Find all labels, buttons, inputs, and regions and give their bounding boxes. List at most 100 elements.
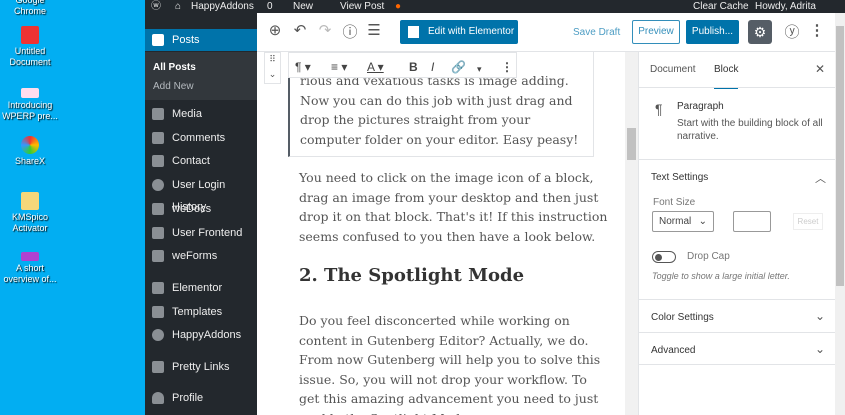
document-icon <box>152 203 164 215</box>
clear-cache-link[interactable]: Clear Cache <box>693 0 749 13</box>
sidebar-item-happyaddons[interactable]: HappyAddons <box>145 324 257 346</box>
chevron-up-icon[interactable]: ︿ <box>815 170 826 186</box>
pin-icon <box>152 34 164 46</box>
wordpress-icon[interactable]: ⓦ <box>151 0 161 13</box>
bold-icon[interactable]: B <box>409 58 418 78</box>
chevron-down-icon: ⌄ <box>815 309 826 323</box>
more-formats-icon[interactable]: ▾ <box>477 60 482 80</box>
media-icon <box>152 108 164 120</box>
settings-sidebar: Document Block ✕ ¶ Paragraph Start with … <box>638 52 836 415</box>
drop-cap-help: Toggle to show a large initial letter. <box>652 271 790 281</box>
font-size-input[interactable] <box>733 211 771 232</box>
move-down-icon[interactable]: ⌄ <box>265 68 280 83</box>
text-color-icon[interactable]: A ▾ <box>367 58 384 78</box>
sidebar-item-comments[interactable]: Comments <box>145 127 257 149</box>
admin-bar-new[interactable]: New <box>293 0 313 13</box>
desktop-icon-wperp[interactable]: Introducing WPERP pre... <box>0 88 60 122</box>
settings-gear-icon[interactable]: ⚙ <box>748 20 772 44</box>
paragraph[interactable]: Do you feel disconcerted while working o… <box>299 311 609 415</box>
submenu-add-new[interactable]: Add New <box>153 81 194 92</box>
advanced-panel[interactable]: Advanced ⌄ <box>639 332 836 365</box>
desktop-icon-overview[interactable]: A short overview of... <box>0 252 60 285</box>
color-settings-panel[interactable]: Color Settings ⌄ <box>639 299 836 332</box>
chevron-down-icon: ⌄ <box>815 342 826 356</box>
home-icon: ⌂ <box>175 1 182 12</box>
paragraph-type-icon[interactable]: ¶ ▾ <box>295 58 311 78</box>
sidebar-item-contact[interactable]: Contact <box>145 150 257 172</box>
drop-cap-label: Drop Cap <box>687 251 730 262</box>
block-card: ¶ Paragraph Start with the building bloc… <box>639 87 836 159</box>
block-more-icon[interactable]: ⋮ <box>501 58 513 78</box>
mail-icon <box>152 155 164 167</box>
block-editor: ⊕ ↶ ↷ ⓘ ☰ Edit with Elementor Save Draft… <box>257 10 836 415</box>
heading[interactable]: 2. The Spotlight Mode <box>299 266 524 286</box>
block-description: Start with the building block of all nar… <box>677 118 823 142</box>
save-draft-button[interactable]: Save Draft <box>573 27 620 38</box>
reset-button[interactable]: Reset <box>793 213 823 230</box>
sidebar-item-profile[interactable]: Profile <box>145 387 257 409</box>
admin-bar-site[interactable]: HappyAddons <box>191 0 254 13</box>
scrollbar-thumb[interactable] <box>627 128 636 160</box>
tab-document[interactable]: Document <box>650 64 696 75</box>
sidebar-item-elementor[interactable]: Elementor <box>145 277 257 299</box>
text-settings-toggle[interactable]: Text Settings <box>651 172 708 183</box>
undo-icon[interactable]: ↶ <box>290 21 310 39</box>
chevron-down-icon: ⌄ <box>698 216 707 227</box>
browser-scrollbar[interactable] <box>835 10 845 415</box>
content-scrollbar[interactable] <box>625 52 638 415</box>
desktop-icon-kmspico[interactable]: KMSpico Activator <box>0 192 60 234</box>
clock-icon <box>152 179 164 191</box>
status-dot-icon[interactable]: ● <box>395 0 401 13</box>
elementor-icon <box>152 282 164 294</box>
sidebar-item-media[interactable]: Media <box>145 103 257 125</box>
edit-with-elementor-button[interactable]: Edit with Elementor <box>400 20 518 44</box>
howdy-user[interactable]: Howdy, Adrita <box>755 0 816 13</box>
align-icon[interactable]: ≡ ▾ <box>331 58 347 78</box>
block-toolbar: ¶ ▾ ≡ ▾ A ▾ B I 🔗 ▾ ⋮ <box>288 52 517 78</box>
paragraph-icon: ¶ <box>655 101 663 117</box>
redo-icon[interactable]: ↷ <box>315 21 335 39</box>
drop-cap-toggle[interactable] <box>652 251 676 263</box>
user-icon <box>152 392 164 404</box>
sidebar-item-pretty-links[interactable]: Pretty Links <box>145 356 257 378</box>
font-size-select[interactable]: Normal ⌄ <box>652 211 714 232</box>
elementor-icon <box>408 26 419 38</box>
font-size-label: Font Size <box>653 197 696 208</box>
paragraph[interactable]: You need to click on the image icon of a… <box>299 168 609 246</box>
preview-button[interactable]: Preview <box>632 20 680 44</box>
yoast-icon[interactable]: ⓨ <box>782 21 802 42</box>
file-icon <box>21 88 39 98</box>
scrollbar-thumb[interactable] <box>836 26 844 286</box>
block-name: Paragraph <box>677 101 724 112</box>
link-icon[interactable]: 🔗 <box>451 58 466 78</box>
admin-bar-view-post[interactable]: View Post <box>340 0 384 13</box>
sidebar-item-templates[interactable]: Templates <box>145 301 257 323</box>
add-block-icon[interactable]: ⊕ <box>265 21 285 39</box>
tab-block[interactable]: Block <box>714 64 739 89</box>
sidebar-item-wedocs[interactable]: weDocs <box>145 198 257 220</box>
block-mover[interactable]: ⠿ ⌄ <box>264 52 281 84</box>
close-icon[interactable]: ✕ <box>815 62 825 76</box>
sidebar-item-user-login-history[interactable]: User Login History <box>145 174 257 213</box>
italic-icon[interactable]: I <box>431 58 434 78</box>
desktop-icon-sharex[interactable]: ShareX <box>0 136 60 167</box>
editor-header: ⊕ ↶ ↷ ⓘ ☰ Edit with Elementor Save Draft… <box>257 10 835 52</box>
sidebar-item-posts[interactable]: Posts <box>145 29 257 51</box>
admin-bar: ⓦ ⌂ HappyAddons 0 New View Post ● Clear … <box>145 0 845 13</box>
admin-bar-comments[interactable]: 0 <box>267 0 273 13</box>
sidebar-item-user-frontend[interactable]: User Frontend <box>145 222 257 244</box>
desktop-icon-chrome[interactable]: Google Chrome <box>0 0 60 17</box>
publish-button[interactable]: Publish... <box>686 20 739 44</box>
folder-icon <box>21 192 39 210</box>
desktop-icon-pdf[interactable]: Untitled Document <box>0 26 60 68</box>
sidebar-item-weforms[interactable]: weForms <box>145 245 257 267</box>
editor-content: ⠿ ⌄ rious and vexatious tasks is image ad… <box>257 52 625 415</box>
info-icon[interactable]: ⓘ <box>340 21 360 42</box>
more-options-icon[interactable]: ⋮ <box>807 21 827 39</box>
outline-icon[interactable]: ☰ <box>364 21 384 39</box>
file-icon <box>21 252 39 261</box>
folder-icon <box>152 306 164 318</box>
drag-handle-icon[interactable]: ⠿ <box>265 53 280 68</box>
pdf-icon <box>21 26 39 44</box>
submenu-all-posts[interactable]: All Posts <box>153 62 196 73</box>
